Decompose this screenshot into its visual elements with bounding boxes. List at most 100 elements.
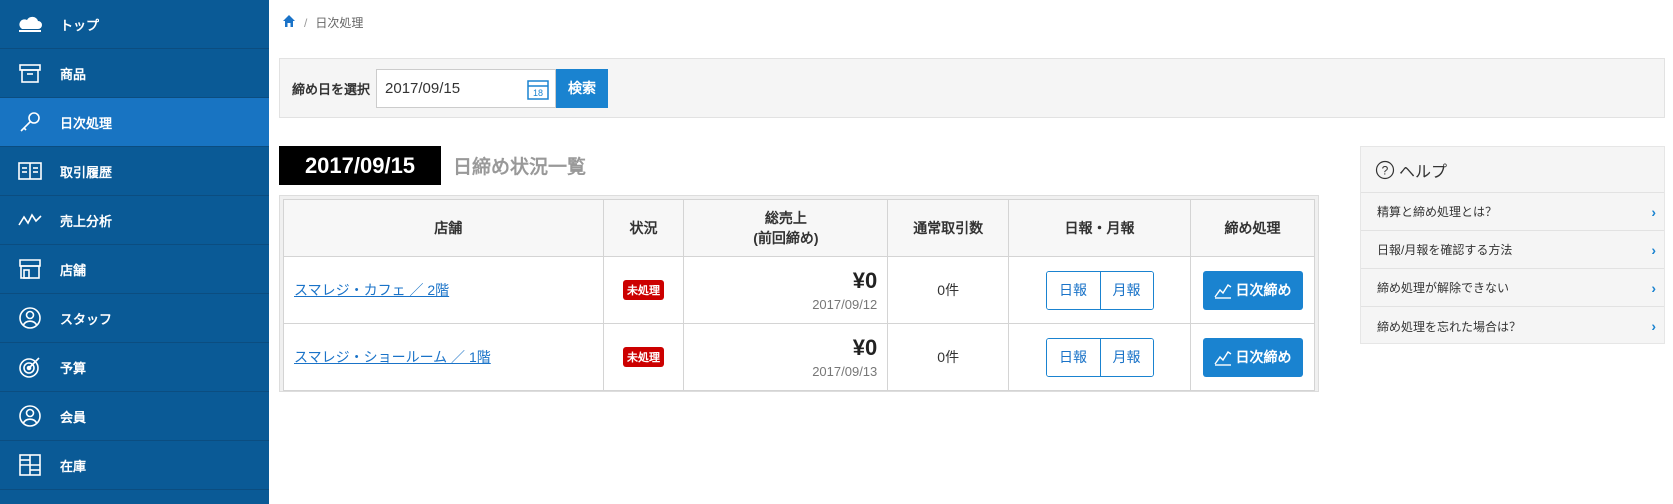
help-header: ? ヘルプ [1361, 147, 1664, 193]
sidebar-item-daily[interactable]: 日次処理 [0, 98, 269, 147]
daily-report-button[interactable]: 日報 [1046, 271, 1100, 309]
svg-text:?: ? [1382, 163, 1389, 177]
status-badge: 未処理 [623, 280, 665, 300]
table-row: スマレジ・カフェ ／ 2階 未処理 ¥0 2017/09/12 0件 日報 月報 [283, 256, 1315, 324]
report-cell: 日報 月報 [1008, 256, 1191, 324]
chevron-right-icon: › [1651, 279, 1656, 296]
sidebar-item-budget[interactable]: 予算 [0, 343, 269, 392]
header-status: 状況 [602, 199, 685, 257]
daily-close-button[interactable]: 日次締め [1202, 270, 1303, 310]
report-button-group: 日報 月報 [1045, 270, 1154, 310]
home-icon[interactable] [282, 14, 296, 31]
sales-amount: ¥0 [852, 268, 878, 293]
header-sales: 総売上 (前回締め) [683, 199, 889, 257]
sidebar-item-label: 在庫 [60, 458, 87, 474]
transaction-count: 0件 [887, 323, 1010, 391]
help-link-label: 精算と締め処理とは？ [1377, 205, 1498, 219]
status-badge: 未処理 [623, 347, 665, 367]
store-link[interactable]: スマレジ・ショールーム ／ 1階 [294, 349, 491, 365]
main-content: / 日次処理 締め日を選択 2017/09/15 18 検索 2017/09/1… [269, 0, 1673, 504]
sales-cell: ¥0 2017/09/13 [683, 323, 889, 391]
box-icon [0, 60, 60, 86]
date-badge: 2017/09/15 [279, 146, 441, 185]
daily-close-button[interactable]: 日次締め [1202, 337, 1303, 377]
sidebar-item-label: 店舗 [60, 262, 87, 278]
search-button[interactable]: 検索 [556, 68, 609, 108]
close-cell: 日次締め [1190, 323, 1315, 391]
store-icon [0, 256, 60, 282]
sidebar-item-staff[interactable]: スタッフ [0, 294, 269, 343]
sidebar-item-label: 予算 [60, 360, 87, 376]
report-button-group: 日報 月報 [1045, 337, 1154, 377]
help-link-label: 締め処理を忘れた場合は？ [1377, 319, 1522, 334]
status-cell: 未処理 [602, 256, 685, 324]
question-icon: ? [1375, 160, 1395, 179]
daily-close-label: 日次締め [1235, 349, 1292, 365]
book-icon [0, 158, 60, 184]
help-link-label: 締め処理が解除できない [1377, 281, 1510, 295]
header-report: 日報・月報 [1008, 199, 1191, 257]
status-cell: 未処理 [602, 323, 685, 391]
sales-cell: ¥0 2017/09/12 [683, 256, 889, 324]
header-count: 通常取引数 [887, 199, 1010, 257]
grid-icon [0, 452, 60, 478]
store-link[interactable]: スマレジ・カフェ ／ 2階 [294, 282, 449, 298]
monthly-report-button[interactable]: 月報 [1099, 271, 1153, 309]
list-title-row: 2017/09/15 日締め状況一覧 [279, 146, 586, 185]
sidebar-item-products[interactable]: 商品 [0, 49, 269, 98]
sales-date: 2017/09/13 [812, 364, 878, 379]
key-icon [0, 109, 60, 135]
search-panel: 締め日を選択 2017/09/15 18 検索 [279, 58, 1665, 118]
report-cell: 日報 月報 [1008, 323, 1191, 391]
sidebar-item-analytics[interactable]: 売上分析 [0, 196, 269, 245]
cloud-icon [0, 11, 60, 37]
help-title: ヘルプ [1399, 163, 1448, 181]
chevron-right-icon: › [1651, 203, 1656, 220]
person-icon [0, 305, 60, 331]
header-sales-line2: (前回締め) [753, 230, 819, 246]
list-title: 日締め状況一覧 [453, 157, 587, 178]
transaction-count: 0件 [887, 256, 1010, 324]
calendar-icon[interactable]: 18 [527, 78, 549, 104]
close-status-table: 店舗 状況 総売上 (前回締め) 通常取引数 日報・月報 締め処理 スマレジ・カ… [283, 199, 1315, 391]
header-close: 締め処理 [1190, 199, 1315, 257]
monthly-report-button[interactable]: 月報 [1099, 338, 1153, 376]
chevron-right-icon: › [1651, 241, 1656, 258]
target-icon [0, 354, 60, 380]
help-link[interactable]: 締め処理が解除できない › [1361, 269, 1664, 307]
member-icon [0, 403, 60, 429]
close-cell: 日次締め [1190, 256, 1315, 324]
close-date-label: 締め日を選択 [292, 81, 371, 97]
daily-report-button[interactable]: 日報 [1046, 338, 1100, 376]
daily-close-label: 日次締め [1235, 282, 1292, 298]
help-panel: ? ヘルプ 精算と締め処理とは？ › 日報/月報を確認する方法 › 締め処理が解除で… [1360, 146, 1665, 344]
sidebar-item-label: トップ [60, 17, 100, 33]
store-cell: スマレジ・ショールーム ／ 1階 [283, 323, 604, 391]
sidebar-item-label: 取引履歴 [60, 164, 113, 180]
sidebar-item-top[interactable]: トップ [0, 0, 269, 49]
sidebar-item-stores[interactable]: 店舗 [0, 245, 269, 294]
close-date-input[interactable]: 2017/09/15 18 [376, 68, 557, 108]
sidebar-item-members[interactable]: 会員 [0, 392, 269, 441]
help-link[interactable]: 精算と締め処理とは？ › [1361, 193, 1664, 231]
table-row: スマレジ・ショールーム ／ 1階 未処理 ¥0 2017/09/13 0件 日報… [283, 323, 1315, 391]
sales-amount: ¥0 [852, 335, 878, 360]
sidebar-item-label: 売上分析 [60, 213, 113, 229]
help-link-label: 日報/月報を確認する方法 [1377, 243, 1513, 257]
close-date-value: 2017/09/15 [385, 79, 461, 97]
sidebar-item-label: 会員 [60, 409, 87, 425]
close-status-table-wrap: 店舗 状況 総売上 (前回締め) 通常取引数 日報・月報 締め処理 スマレジ・カ… [279, 195, 1319, 392]
breadcrumb-current: 日次処理 [315, 16, 364, 30]
header-sales-line1: 総売上 [764, 210, 807, 226]
breadcrumb: / 日次処理 [282, 14, 363, 31]
store-cell: スマレジ・カフェ ／ 2階 [283, 256, 604, 324]
breadcrumb-separator: / [304, 15, 308, 30]
sidebar-item-label: 日次処理 [60, 115, 113, 131]
help-link[interactable]: 日報/月報を確認する方法 › [1361, 231, 1664, 269]
chart-line-icon [0, 207, 60, 233]
sidebar-item-label: スタッフ [60, 311, 113, 327]
help-link[interactable]: 締め処理を忘れた場合は？ › [1361, 307, 1664, 345]
chart-line-icon [1213, 284, 1231, 299]
sidebar-item-history[interactable]: 取引履歴 [0, 147, 269, 196]
sidebar-item-inventory[interactable]: 在庫 [0, 441, 269, 490]
